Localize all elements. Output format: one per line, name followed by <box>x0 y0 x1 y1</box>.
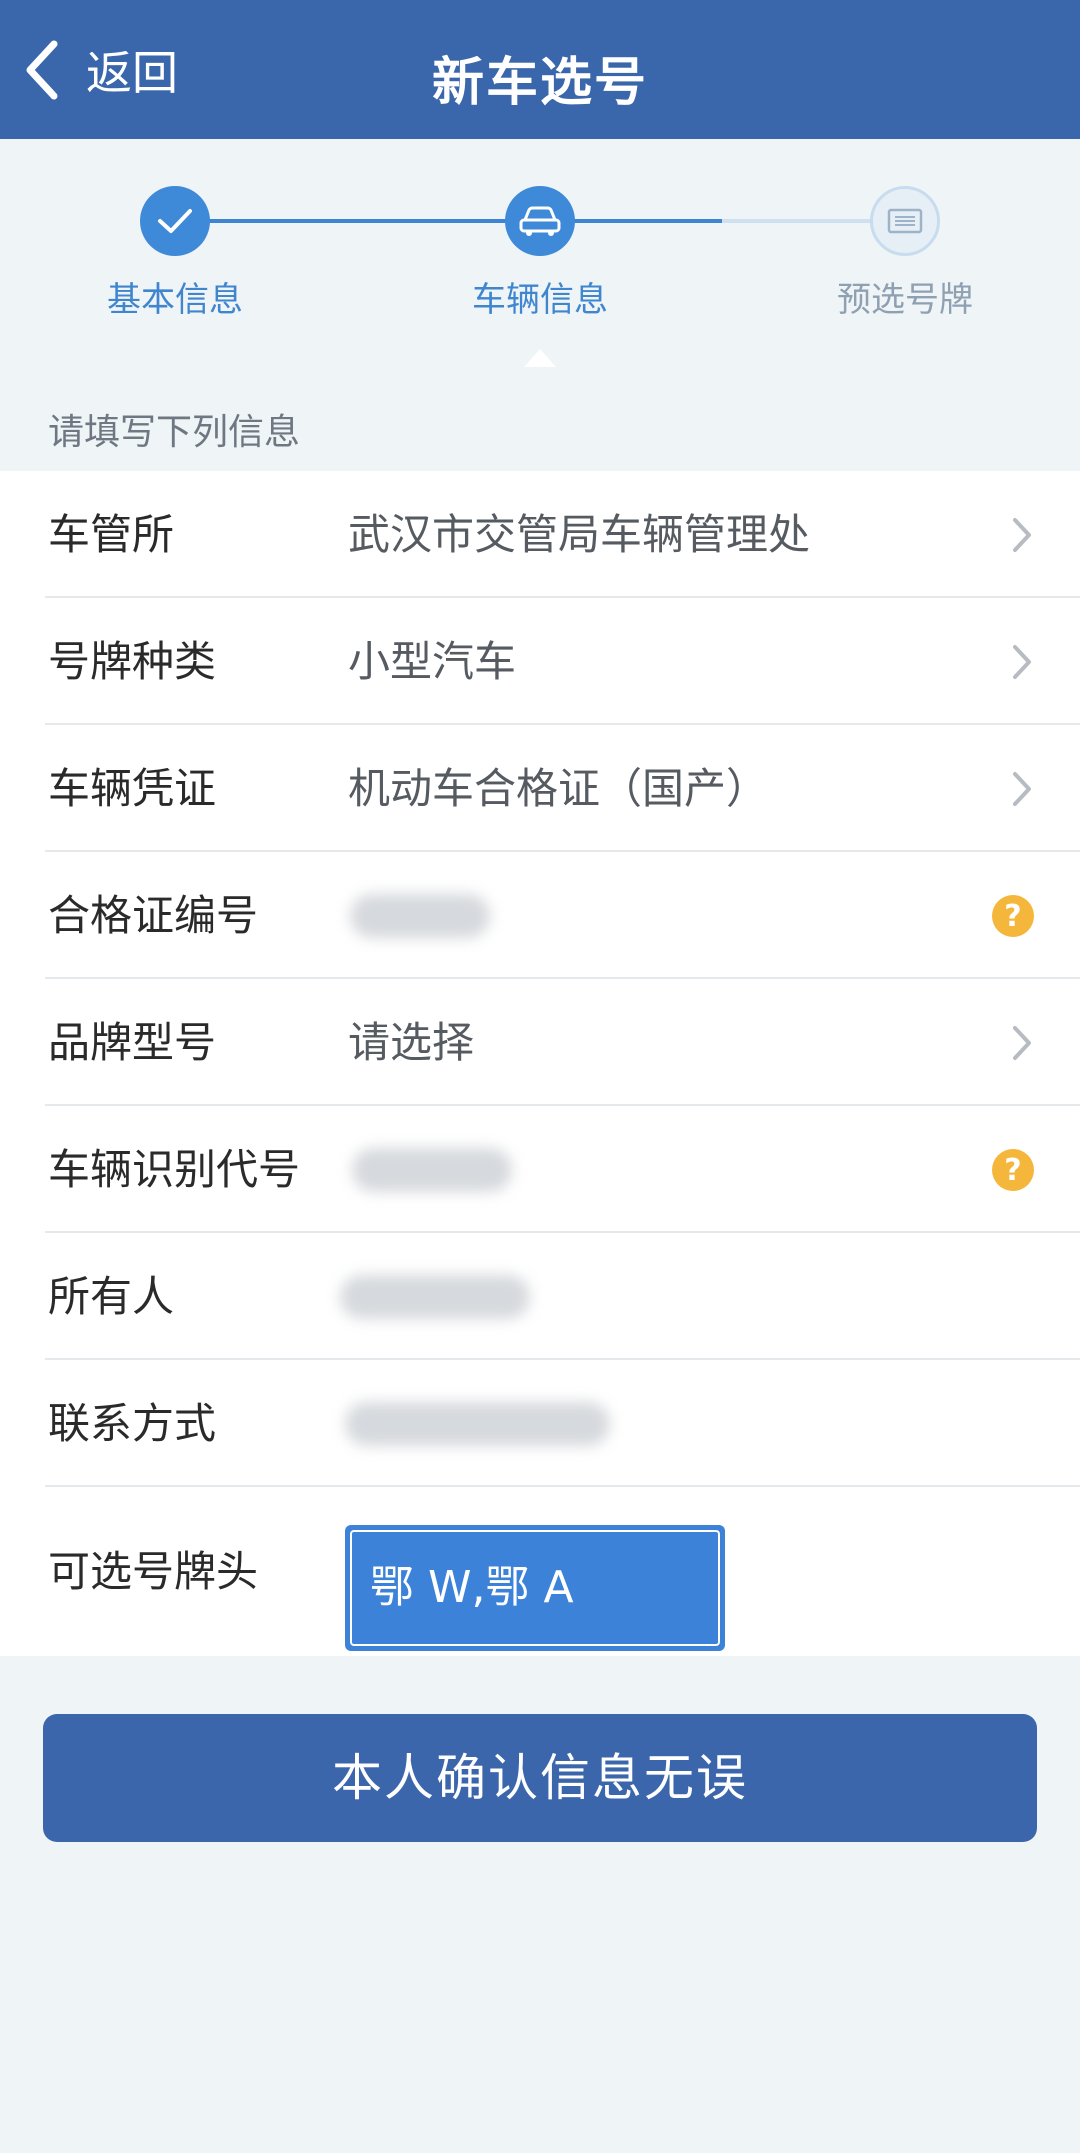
row-label: 品牌型号 <box>48 1018 217 1067</box>
chevron-right-icon <box>1013 518 1031 552</box>
form-row-owner[interactable]: 所有人 <box>0 1233 1080 1360</box>
redacted-contact <box>345 1402 610 1446</box>
row-label: 车辆识别代号 <box>48 1145 301 1194</box>
row-label: 所有人 <box>48 1272 175 1321</box>
row-label: 车管所 <box>48 510 175 559</box>
row-label: 可选号牌头 <box>48 1547 259 1596</box>
step-label: 基本信息 <box>107 280 243 320</box>
plate-prefix-value: 鄂 W,鄂 A <box>350 1530 720 1646</box>
help-icon[interactable]: ? <box>992 1149 1034 1191</box>
form-row-office[interactable]: 车管所 武汉市交管局车辆管理处 <box>0 471 1080 598</box>
step-label: 车辆信息 <box>472 280 608 320</box>
row-label: 合格证编号 <box>48 891 259 940</box>
section-hint: 请填写下列信息 <box>48 412 301 453</box>
office-value: 武汉市交管局车辆管理处 <box>348 510 811 559</box>
form-row-plate-prefix: 可选号牌头 鄂 W,鄂 A <box>0 1487 1080 1656</box>
step-label: 预选号牌 <box>837 280 973 320</box>
step-2-car-icon <box>505 186 575 256</box>
help-icon[interactable]: ? <box>992 895 1034 937</box>
certificate-value: 机动车合格证（国产） <box>348 764 769 813</box>
step-3-plate-icon <box>870 186 940 256</box>
redacted-certificate-number <box>350 894 490 938</box>
form-row-certificate-number[interactable]: 合格证编号 ? <box>0 852 1080 979</box>
progress-stepper: 基本信息 车辆信息 预选号牌 <box>0 139 1080 389</box>
form-row-brand-model[interactable]: 品牌型号 请选择 <box>0 979 1080 1106</box>
form-row-certificate[interactable]: 车辆凭证 机动车合格证（国产） <box>0 725 1080 852</box>
vehicle-info-form: 车管所 武汉市交管局车辆管理处 号牌种类 小型汽车 车辆凭证 机动车合格证（国产… <box>0 471 1080 1656</box>
redacted-vin <box>352 1148 512 1192</box>
form-row-contact[interactable]: 联系方式 <box>0 1360 1080 1487</box>
page-title: 新车选号 <box>431 53 648 113</box>
chevron-right-icon <box>1013 772 1031 806</box>
row-label: 车辆凭证 <box>48 764 217 813</box>
form-row-plate-type[interactable]: 号牌种类 小型汽车 <box>0 598 1080 725</box>
confirm-button[interactable]: 本人确认信息无误 <box>43 1714 1037 1842</box>
plate-type-value: 小型汽车 <box>348 637 517 686</box>
row-label: 联系方式 <box>48 1399 217 1448</box>
form-row-vin[interactable]: 车辆识别代号 ? <box>0 1106 1080 1233</box>
step-connector <box>175 219 540 223</box>
current-step-pointer <box>524 349 556 367</box>
chevron-right-icon <box>1013 1026 1031 1060</box>
plate-prefix-option[interactable]: 鄂 W,鄂 A <box>345 1525 725 1651</box>
redacted-owner <box>340 1275 530 1319</box>
step-1-check-icon <box>140 186 210 256</box>
chevron-right-icon <box>1013 645 1031 679</box>
brand-model-value: 请选择 <box>348 1018 475 1067</box>
top-bar: 返回 新车选号 <box>0 0 1080 139</box>
row-label: 号牌种类 <box>48 637 217 686</box>
